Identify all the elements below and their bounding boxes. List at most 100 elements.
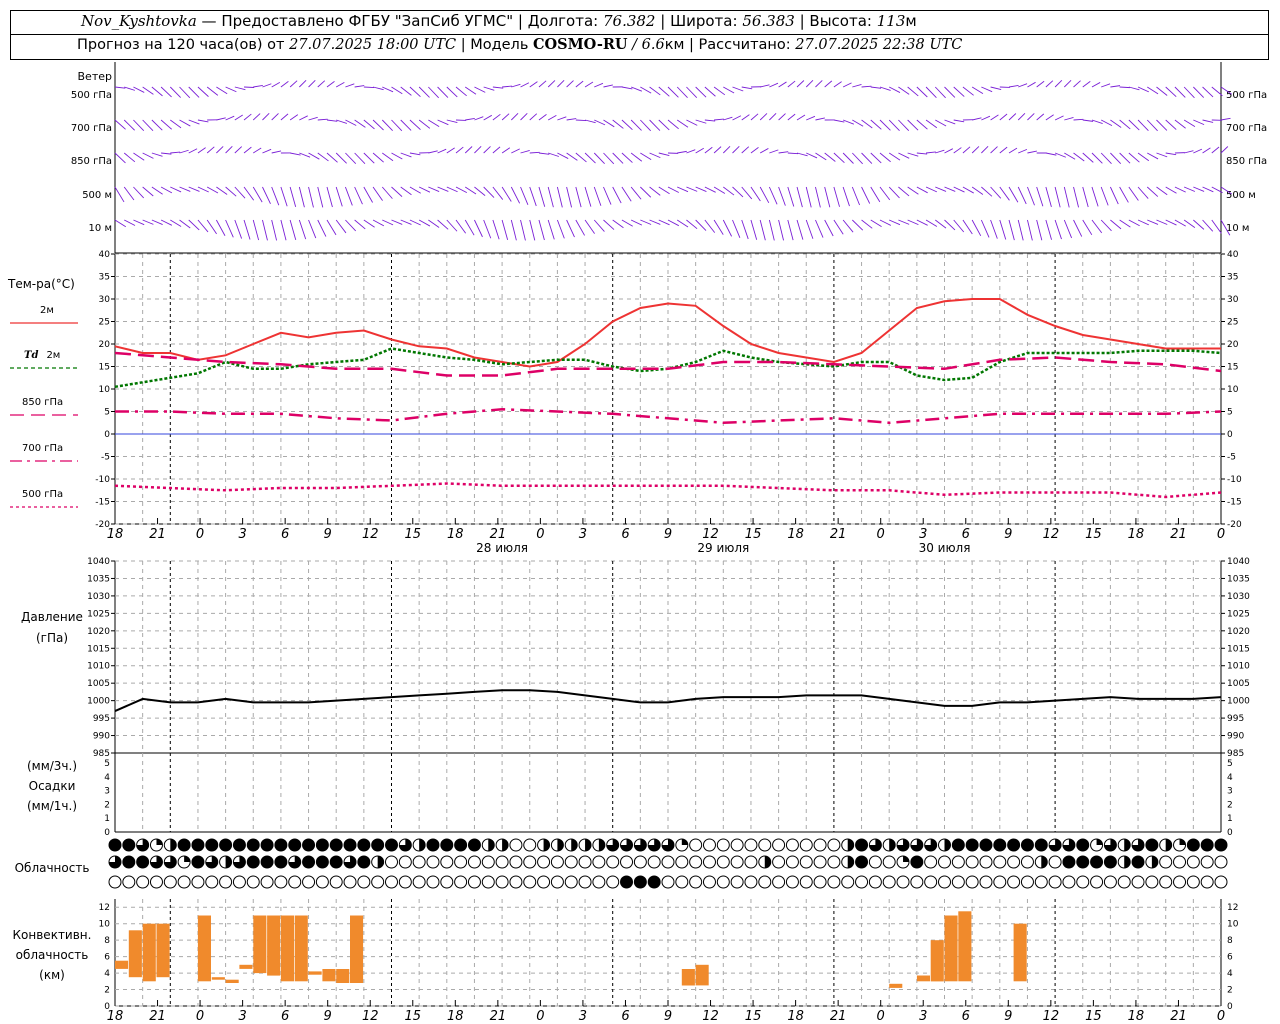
wind-barb [492, 113, 501, 121]
time-tick-label: 18 [787, 527, 804, 542]
wind-barb [759, 113, 768, 121]
wind-barb [326, 186, 333, 208]
wind-barb [741, 186, 753, 200]
precip-tick-label: 5 [1227, 759, 1233, 769]
cloud-symbol [315, 838, 329, 852]
wind-barb [649, 186, 661, 196]
wind-barb [1193, 148, 1203, 154]
wind-barb [428, 150, 438, 154]
wind-barb [206, 219, 217, 235]
cloud-symbol [1200, 838, 1214, 852]
conv-bar [239, 964, 253, 969]
wind-barb [1045, 219, 1052, 240]
wind-barb [630, 219, 643, 226]
cloud-symbol [785, 875, 799, 889]
wind-barb [833, 186, 840, 207]
wind-barb [1174, 119, 1186, 129]
cloud-symbol [647, 875, 661, 889]
wind-barb [612, 152, 624, 164]
wind-barb [253, 147, 262, 154]
pressure-tick-label: 1030 [87, 592, 110, 602]
cloud-symbol [467, 855, 481, 869]
wind-barb [953, 147, 962, 154]
conv-tick-label: 10 [99, 920, 111, 930]
wind-barb [879, 152, 891, 163]
wind-barb [916, 186, 928, 194]
wind-barb [234, 186, 246, 199]
cloud-symbol [177, 875, 191, 889]
wind-barb [1211, 146, 1220, 154]
wind-barb [418, 186, 431, 193]
time-axis-bottom: 18 21 0 3 6 9 12 15 18 21 0 3 6 9 12 15 18 21 0 3 6 9 12 15 18 21… [107, 1000, 1225, 1024]
wind-barb [603, 84, 613, 88]
wind-barb [511, 83, 521, 88]
wind-barb [621, 186, 632, 202]
wind-barb [1082, 152, 1094, 163]
wind-barb [538, 186, 546, 207]
wind-barb [483, 146, 491, 154]
wind-barb [695, 186, 707, 193]
wind-barb [630, 186, 642, 200]
cloud-symbol [938, 855, 951, 869]
cloud-symbol [537, 875, 551, 889]
wind-barb [1063, 219, 1073, 239]
wind-barb [806, 115, 816, 121]
wind-barb [243, 219, 251, 240]
wind-barb [575, 80, 584, 88]
wind-barb [925, 219, 938, 227]
cloud-symbol-fill [847, 856, 854, 868]
cloud-symbol [1048, 875, 1062, 889]
wind-barb [252, 113, 261, 121]
pressure-tick-label: 1020 [87, 627, 110, 637]
wind-barb [759, 186, 770, 204]
wind-barb [842, 152, 854, 164]
wind-barb [1091, 119, 1103, 124]
cloud-symbol [675, 875, 689, 889]
wind-barb [428, 219, 440, 228]
wind-barb [861, 152, 873, 164]
wind-barb [658, 152, 670, 156]
wind-barb [547, 115, 557, 121]
conv-tick-label: 6 [1227, 953, 1233, 963]
wind-barb [1156, 86, 1168, 96]
wind-barb [289, 219, 297, 240]
wind-barb [935, 149, 945, 154]
wind-barb [354, 186, 363, 205]
cloud-symbol-fill [571, 839, 578, 851]
wind-barb [1064, 117, 1074, 121]
wind-barb [520, 82, 530, 88]
time-tick-label: 18 [107, 1009, 124, 1024]
wind-barb [1082, 119, 1094, 122]
wind-barb [225, 219, 234, 238]
wind-barb [474, 145, 482, 154]
wind-barb [695, 147, 704, 154]
wind-barb [815, 152, 827, 161]
wind-barb [1174, 219, 1186, 227]
wind-barb [907, 219, 919, 226]
wind-barb [308, 152, 320, 160]
wind-barb [778, 81, 787, 88]
pressure-tick-label: 1040 [87, 557, 110, 567]
cloud-symbol [371, 875, 385, 889]
cloud-symbol [730, 855, 744, 869]
wind-barb [907, 119, 919, 131]
precip-title: Осадки [29, 779, 76, 793]
wind-barb [907, 86, 919, 97]
wind-level-label: 700 гПа [71, 123, 112, 134]
wind-barb [252, 219, 260, 241]
wind-barb [418, 86, 430, 98]
wind-barb [492, 186, 504, 200]
wind-barb [1045, 152, 1057, 156]
time-tick-label: 3 [919, 1009, 927, 1024]
wind-barb [1156, 119, 1168, 131]
wind-barb [1100, 219, 1112, 232]
cloud-symbol [1186, 855, 1200, 869]
cloud-symbol [1214, 855, 1228, 869]
cloud-symbol [260, 855, 274, 869]
cloud-symbol [329, 875, 343, 889]
wind-barb [464, 219, 475, 236]
wind-barb [870, 219, 882, 228]
wind-barb [898, 186, 910, 197]
conv-tick-label: 8 [1227, 936, 1233, 946]
wind-barb [676, 86, 688, 99]
